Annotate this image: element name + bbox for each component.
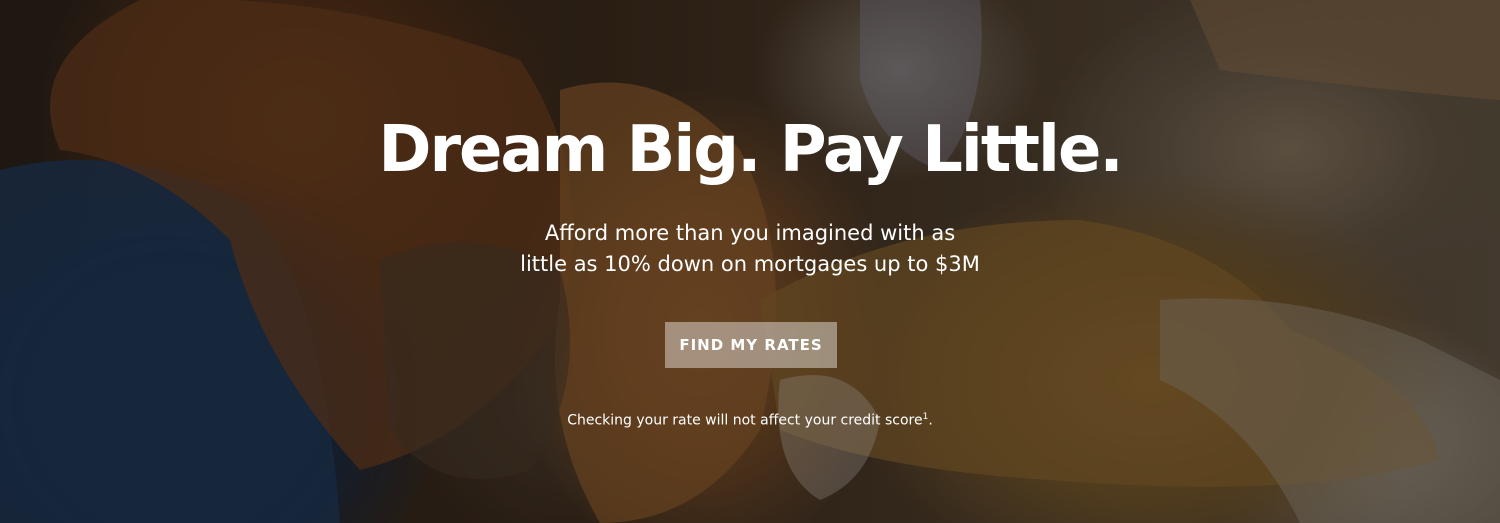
- find-my-rates-button[interactable]: FIND MY RATES: [665, 322, 837, 368]
- hero-content: Dream Big. Pay Little. Afford more than …: [0, 0, 1500, 523]
- hero-headline: Dream Big. Pay Little.: [378, 113, 1123, 187]
- credit-score-disclaimer: Checking your rate will not affect your …: [0, 407, 1500, 431]
- disclaimer-period: .: [928, 412, 933, 429]
- hero-subtitle-line-2: little as 10% down on mortgages up to $3…: [520, 252, 980, 276]
- hero-subtitle-line-1: Afford more than you imagined with as: [544, 221, 956, 245]
- disclaimer-text: Checking your rate will not affect your …: [567, 412, 923, 429]
- hero-banner: Dream Big. Pay Little. Afford more than …: [0, 0, 1500, 523]
- hero-subtitle: Afford more than you imagined with as li…: [0, 218, 1500, 280]
